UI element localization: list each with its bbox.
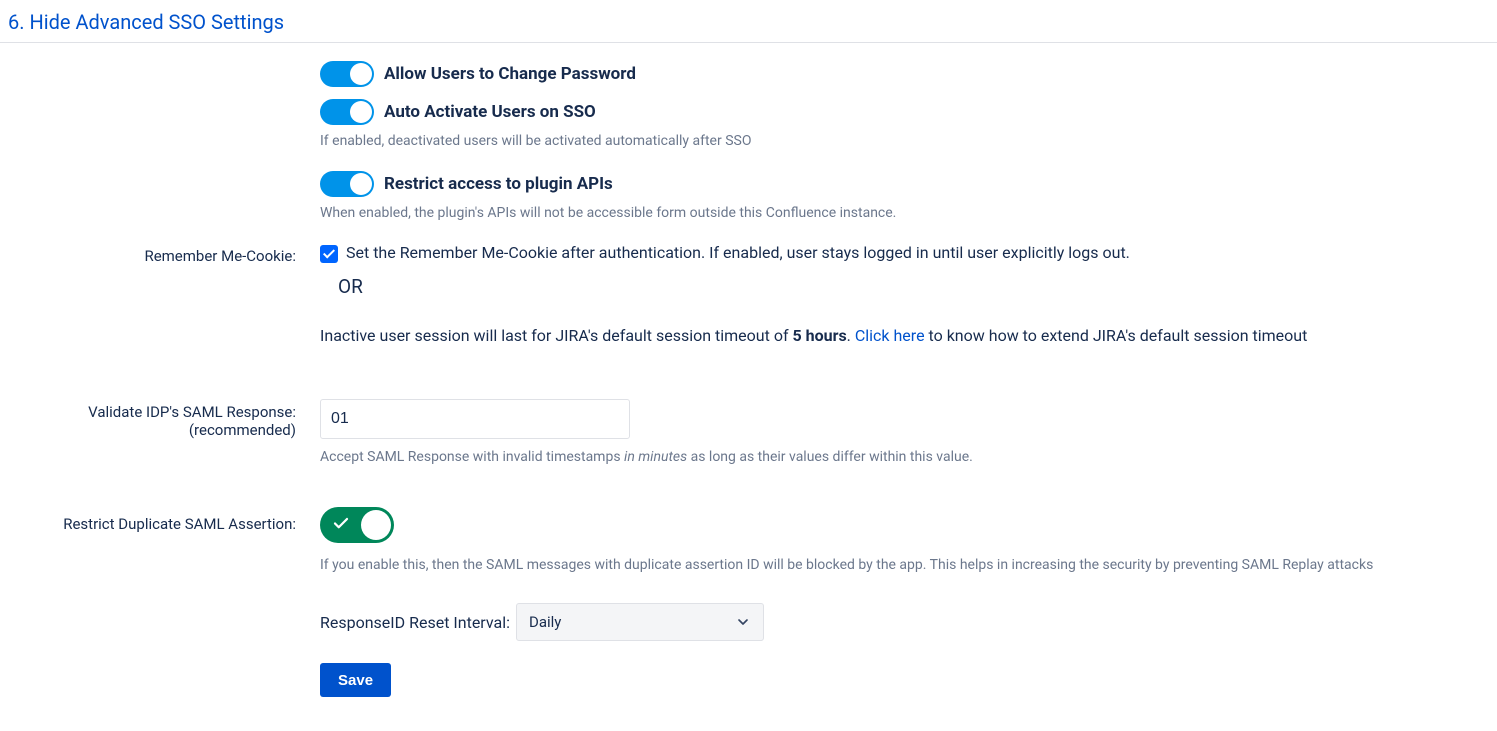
toggle-knob-icon	[350, 101, 372, 123]
chevron-down-icon	[735, 614, 751, 630]
session-timeout-text: Inactive user session will last for JIRA…	[320, 326, 1497, 345]
validate-idp-label-1: Validate IDP's SAML Response:	[0, 403, 296, 421]
validate-idp-input[interactable]	[320, 399, 630, 439]
validate-idp-help: Accept SAML Response with invalid timest…	[320, 449, 1497, 465]
toggle-allow-password-change-label: Allow Users to Change Password	[384, 64, 636, 84]
auto-activate-help: If enabled, deactivated users will be ac…	[320, 133, 1497, 149]
or-text: OR	[338, 275, 1497, 298]
toggle-allow-password-change[interactable]	[320, 61, 374, 87]
restrict-duplicate-label: Restrict Duplicate SAML Assertion:	[63, 515, 296, 533]
toggle-restrict-duplicate[interactable]	[320, 507, 394, 543]
toggle-knob-icon	[350, 63, 372, 85]
check-icon	[332, 515, 350, 536]
toggle-knob-icon	[361, 510, 391, 540]
save-button[interactable]: Save	[320, 663, 391, 697]
interval-label: ResponseID Reset Interval:	[320, 613, 510, 632]
remember-me-checkbox[interactable]	[320, 245, 338, 263]
toggle-restrict-api-label: Restrict access to plugin APIs	[384, 174, 613, 194]
validate-idp-label-2: (recommended)	[0, 421, 296, 439]
restrict-api-help: When enabled, the plugin's APIs will not…	[320, 205, 1497, 221]
toggle-restrict-api[interactable]	[320, 171, 374, 197]
interval-select[interactable]: Daily	[516, 603, 764, 641]
restrict-duplicate-help: If you enable this, then the SAML messag…	[320, 557, 1497, 573]
toggle-knob-icon	[350, 173, 372, 195]
remember-me-label: Remember Me-Cookie:	[144, 247, 296, 265]
section-header[interactable]: 6. Hide Advanced SSO Settings	[0, 0, 1497, 43]
toggle-auto-activate[interactable]	[320, 99, 374, 125]
toggle-auto-activate-label: Auto Activate Users on SSO	[384, 102, 596, 122]
click-here-link[interactable]: Click here	[855, 326, 925, 345]
remember-me-checkbox-text: Set the Remember Me-Cookie after authent…	[346, 243, 1130, 262]
form-area: Allow Users to Change Password Auto Acti…	[0, 61, 1497, 731]
interval-select-value: Daily	[529, 613, 735, 631]
